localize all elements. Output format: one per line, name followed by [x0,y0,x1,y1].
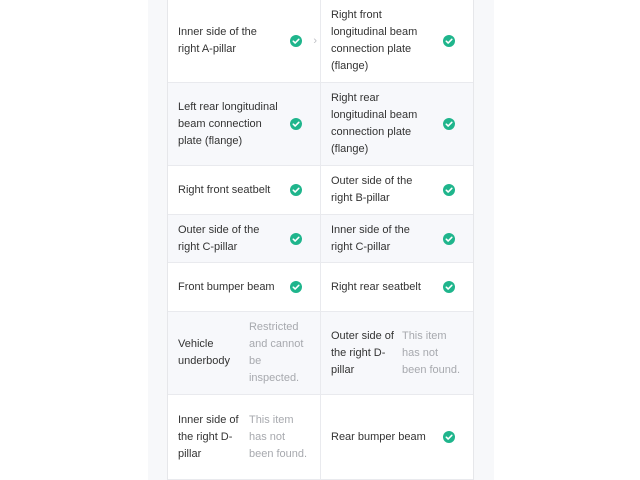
inspection-item[interactable]: Vehicle underbody Restricted and cannot … [168,312,320,394]
item-note: Restricted and cannot be inspected. [248,321,304,384]
inspection-item[interactable]: Outer side of the right D-pillar This it… [320,312,473,394]
inspection-item[interactable]: Inner side of the right D-pillar This it… [168,395,320,479]
table-row: Vehicle underbody Restricted and cannot … [168,312,473,395]
table-row: Left rear longitudinal beam connection p… [168,83,473,166]
check-circle-icon [290,232,302,245]
item-label: Right rear seatbelt [331,280,421,293]
item-label: Outer side of the right D-pillar [331,329,394,376]
item-label: Outer side of the right C-pillar [178,223,260,253]
check-circle-icon [443,431,455,443]
check-circle-icon [443,232,455,245]
table-row: Outer side of the right C-pillar Inner s… [168,215,473,263]
item-note: This item has not been found. [401,329,461,376]
check-circle-icon [290,118,302,130]
check-circle-icon [443,118,455,130]
item-label: Vehicle underbody [178,338,230,367]
item-label: Right rear longitudinal beam connection … [331,92,418,155]
inspection-item[interactable]: Outer side of the right C-pillar [168,215,320,262]
item-note: This item has not been found. [248,413,308,460]
item-label: Right front longitudinal beam connection… [331,9,418,72]
item-label: Inner side of the right C-pillar [331,223,410,253]
inspection-item[interactable]: Inner side of the right A-pillar › [168,0,320,82]
item-label: Front bumper beam [178,280,275,293]
table-row: Inner side of the right A-pillar › Right… [168,0,473,83]
item-label: Inner side of the right A-pillar [178,26,257,55]
item-label: Inner side of the right D-pillar [178,413,239,460]
inspection-item[interactable]: Front bumper beam [168,263,320,311]
item-label: Rear bumper beam [331,430,426,443]
check-circle-icon [290,184,302,196]
inspection-item[interactable]: Right rear longitudinal beam connection … [320,83,473,165]
inspection-item[interactable]: Right front seatbelt [168,166,320,214]
table-row: Front bumper beam Right rear seatbelt [168,263,473,312]
check-circle-icon [443,184,455,196]
chevron-right-icon[interactable]: › [313,35,317,47]
inspection-result-table: Inner side of the right A-pillar › Right… [167,0,474,480]
inspection-item[interactable]: Left rear longitudinal beam connection p… [168,83,320,165]
item-label: Left rear longitudinal beam connection p… [178,100,278,147]
check-circle-icon [443,281,455,293]
background-left [0,0,148,480]
check-circle-icon [290,35,302,47]
table-row: Right front seatbelt Outer side of the r… [168,166,473,215]
item-label: Right front seatbelt [178,183,271,196]
table-row: Inner side of the right D-pillar This it… [168,395,473,480]
inspection-item[interactable]: Outer side of the right B-pillar [320,166,473,214]
check-circle-icon [443,35,455,47]
inspection-item[interactable]: Right rear seatbelt [320,263,473,311]
check-circle-icon [290,281,302,293]
inspection-item[interactable]: Inner side of the right C-pillar [320,215,473,262]
inspection-item[interactable]: Rear bumper beam [320,395,473,479]
inspection-item[interactable]: Right front longitudinal beam connection… [320,0,473,82]
item-label: Outer side of the right B-pillar [331,175,413,204]
